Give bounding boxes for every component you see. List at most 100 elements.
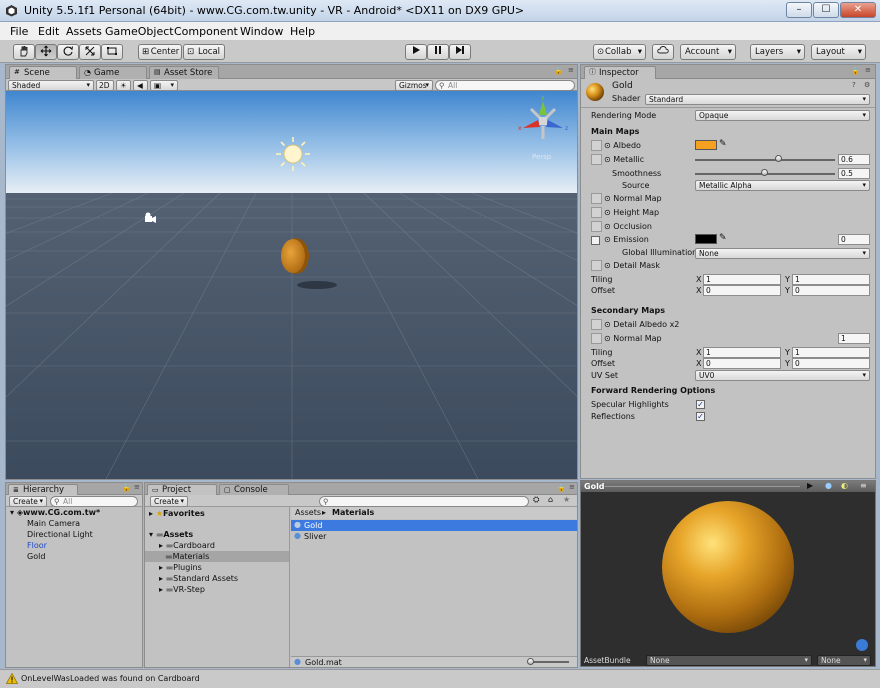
shader-dropdown[interactable]: Standard ▾ <box>645 94 870 105</box>
icon-size-slider-knob[interactable] <box>527 658 534 665</box>
offset-x-field[interactable]: 0 <box>703 285 781 296</box>
hierarchy-item-gold[interactable]: Gold <box>27 552 45 561</box>
layout-dropdown[interactable]: Layout ▾ <box>811 44 866 60</box>
assets-item[interactable]: ▾ ▬Assets <box>149 530 193 539</box>
favorites-item[interactable]: ▸ ★Favorites <box>149 509 205 518</box>
panel-menu-icon[interactable]: ≡ <box>134 483 140 491</box>
play-preview-icon[interactable]: ▶ <box>807 481 813 490</box>
gizmos-dropdown[interactable]: Gizmos ▾ <box>395 80 433 91</box>
detail-albedo-slot[interactable] <box>591 319 602 330</box>
picker-circle-icon[interactable]: ⊙ <box>604 261 611 270</box>
folder-standard-assets[interactable]: ▸ ▬Standard Assets <box>159 574 238 583</box>
icon-size-slider[interactable] <box>529 661 569 663</box>
emission-color-field[interactable] <box>695 234 717 244</box>
expand-triangle-icon[interactable]: ▸ <box>159 574 163 583</box>
lock-icon[interactable]: 🔒 <box>851 67 860 75</box>
effects-dropdown[interactable]: ▣ ▾ <box>150 80 178 91</box>
help-icon[interactable]: ? <box>852 81 856 89</box>
2d-toggle[interactable]: 2D <box>96 80 114 91</box>
pivot-local-button[interactable]: ⊡ Local <box>183 44 225 60</box>
breadcrumb-assets[interactable]: Assets <box>295 508 321 517</box>
tab-game[interactable]: ◔ Game <box>79 66 147 79</box>
metallic-slider-track[interactable] <box>695 159 835 161</box>
picker-circle-icon[interactable]: ⊙ <box>604 194 611 203</box>
play-button[interactable] <box>405 44 427 60</box>
folder-cardboard[interactable]: ▸ ▬Cardboard <box>159 541 215 550</box>
lighting-toggle[interactable]: ☀ <box>116 80 131 91</box>
picker-circle-icon[interactable]: ⊙ <box>604 222 611 231</box>
occlusion-slot[interactable] <box>591 221 602 232</box>
specular-highlights-checkbox[interactable]: ✓ <box>696 400 705 409</box>
menu-edit[interactable]: Edit <box>38 25 59 38</box>
picker-circle-icon[interactable]: ⊙ <box>604 141 611 150</box>
folder-vr-step[interactable]: ▸ ▬VR-Step <box>159 585 205 594</box>
tab-scene[interactable]: # Scene <box>9 66 77 79</box>
panel-menu-icon[interactable]: ≡ <box>569 483 575 491</box>
preview-menu-icon[interactable]: ≡ <box>860 481 867 490</box>
expand-triangle-icon[interactable]: ▸ <box>149 509 153 518</box>
tab-asset-store[interactable]: ▤ Asset Store <box>149 66 219 79</box>
lock-icon[interactable]: 🔒 <box>557 484 566 492</box>
star-icon[interactable]: ★ <box>563 495 570 504</box>
file-item-sliver[interactable]: ● Sliver <box>291 531 577 542</box>
rect-tool-button[interactable] <box>101 44 123 60</box>
height-map-slot[interactable] <box>591 207 602 218</box>
global-illumination-dropdown[interactable]: None ▾ <box>695 248 870 259</box>
cloud-button[interactable] <box>652 44 674 60</box>
maximize-button[interactable]: ☐ <box>813 2 839 18</box>
menu-component[interactable]: Component <box>174 25 238 38</box>
gear-icon[interactable]: ⚙ <box>864 81 870 89</box>
tiling-x-field[interactable]: 1 <box>703 274 781 285</box>
offset-y-field[interactable]: 0 <box>792 285 870 296</box>
picker-circle-icon[interactable]: ⊙ <box>604 320 611 329</box>
filter-type-icon[interactable]: ⛭ <box>533 495 539 505</box>
smoothness-slider-knob[interactable] <box>761 169 768 176</box>
normal-map-slot[interactable] <box>591 193 602 204</box>
project-create-dropdown[interactable]: Create ▾ <box>150 496 188 507</box>
smoothness-value-field[interactable]: 0.5 <box>838 168 870 179</box>
offset2-y-field[interactable]: 0 <box>792 358 870 369</box>
tiling2-x-field[interactable]: 1 <box>703 347 781 358</box>
picker-circle-icon[interactable]: ⊙ <box>604 208 611 217</box>
uv-set-dropdown[interactable]: UV0 ▾ <box>695 370 870 381</box>
scene-root-item[interactable]: ▾ ◈www.CG.com.tw* <box>10 508 100 517</box>
account-dropdown[interactable]: Account ▾ <box>680 44 736 60</box>
pause-button[interactable] <box>427 44 449 60</box>
metallic-texture-slot[interactable] <box>591 154 602 165</box>
emission-checkbox[interactable] <box>591 236 600 245</box>
sphere-preview-icon[interactable]: ● <box>825 481 832 490</box>
hierarchy-item-directional-light[interactable]: Directional Light <box>27 530 93 539</box>
menu-assets[interactable]: Assets <box>66 25 102 38</box>
hierarchy-search-input[interactable]: ⚲ All <box>50 496 138 507</box>
hierarchy-item-floor[interactable]: Floor <box>27 541 47 550</box>
tab-hierarchy[interactable]: ≣ Hierarchy <box>8 484 78 495</box>
expand-triangle-icon[interactable]: ▸ <box>159 563 163 572</box>
picker-circle-icon[interactable]: ⊙ <box>604 235 611 244</box>
hierarchy-create-dropdown[interactable]: Create ▾ <box>9 496 47 507</box>
scene-viewport[interactable]: x y z Persp <box>6 91 577 479</box>
shading-mode-dropdown[interactable]: Shaded ▾ <box>8 80 94 91</box>
tiling-y-field[interactable]: 1 <box>792 274 870 285</box>
close-button[interactable]: ✕ <box>840 2 876 18</box>
step-button[interactable] <box>449 44 471 60</box>
detail-mask-slot[interactable] <box>591 260 602 271</box>
minimize-button[interactable]: – <box>786 2 812 18</box>
albedo-texture-slot[interactable] <box>591 140 602 151</box>
source-dropdown[interactable]: Metallic Alpha ▾ <box>695 180 870 191</box>
eyedropper-icon[interactable]: ✎ <box>719 233 727 243</box>
gold-coin-object[interactable] <box>281 238 309 274</box>
lock-icon[interactable]: 🔒 <box>554 67 563 75</box>
pivot-center-button[interactable]: ⊞ Center <box>138 44 182 60</box>
hand-tool-button[interactable] <box>13 44 35 60</box>
expand-triangle-icon[interactable]: ▸ <box>159 585 163 594</box>
assetbundle-dropdown[interactable]: None ▾ <box>646 655 812 666</box>
metallic-slider-knob[interactable] <box>775 155 782 162</box>
menu-window[interactable]: Window <box>240 25 283 38</box>
status-bar[interactable]: OnLevelWasLoaded was found on Cardboard <box>0 669 880 688</box>
secondary-normal-map-slot[interactable] <box>591 333 602 344</box>
rotate-tool-button[interactable] <box>57 44 79 60</box>
emission-value-field[interactable]: 0 <box>838 234 870 245</box>
metallic-value-field[interactable]: 0.6 <box>838 154 870 165</box>
picker-circle-icon[interactable]: ⊙ <box>604 334 611 343</box>
tab-inspector[interactable]: ⓘ Inspector <box>584 66 656 79</box>
